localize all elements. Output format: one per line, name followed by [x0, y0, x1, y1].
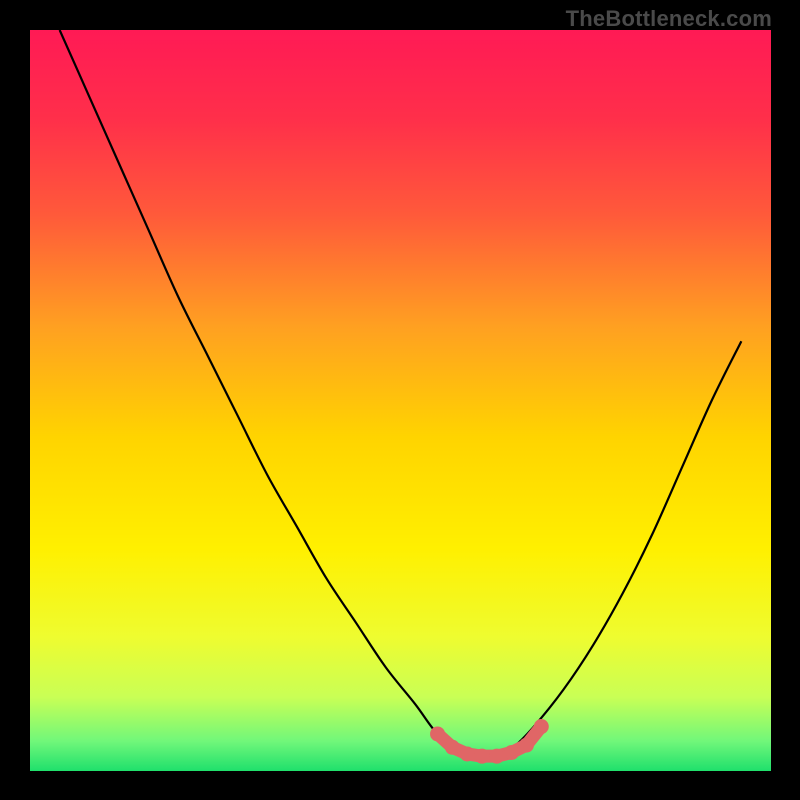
chart-svg	[30, 30, 771, 771]
marker-dot	[430, 726, 445, 741]
marker-dot	[445, 740, 460, 755]
marker-dot	[489, 749, 504, 764]
marker-dot	[504, 745, 519, 760]
marker-dot	[519, 738, 534, 753]
plot-area	[30, 30, 771, 771]
marker-dot	[460, 746, 475, 761]
chart-container: TheBottleneck.com	[0, 0, 800, 800]
watermark-text: TheBottleneck.com	[566, 6, 772, 32]
marker-dot	[475, 749, 490, 764]
marker-dot	[534, 719, 549, 734]
gradient-bg	[30, 30, 771, 771]
